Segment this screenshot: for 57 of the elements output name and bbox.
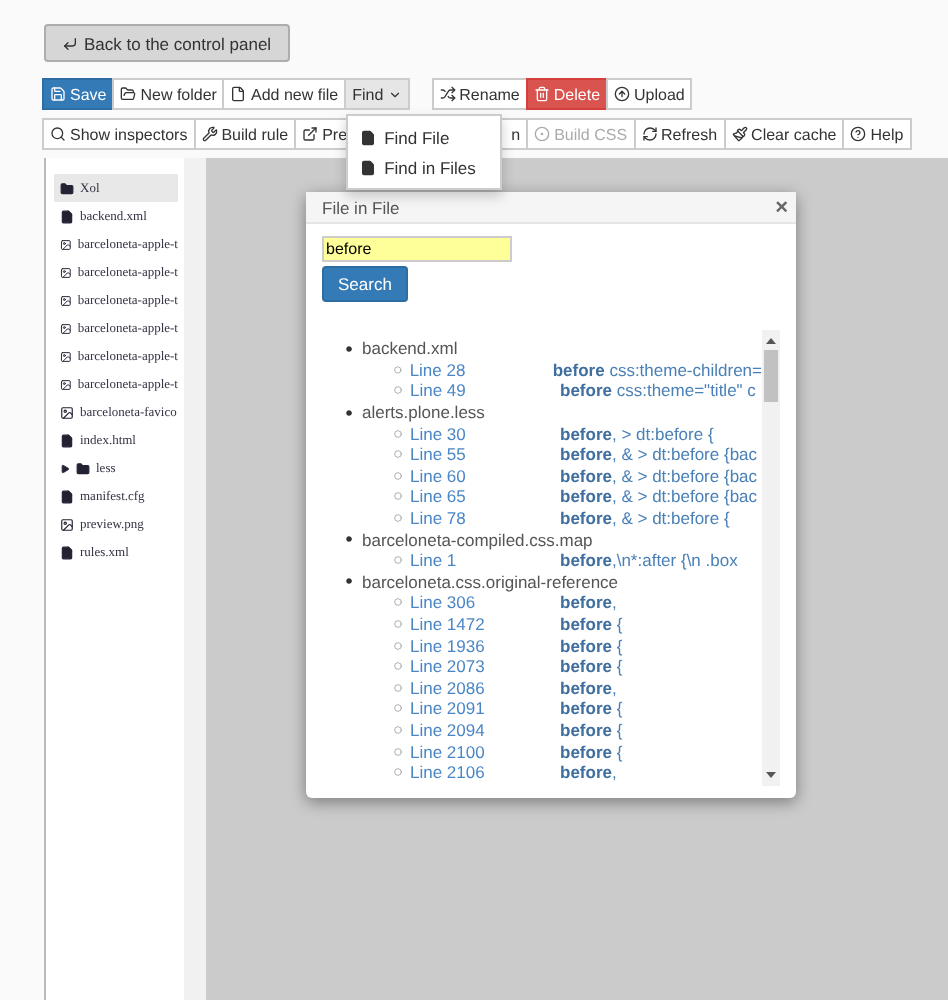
- match-text: before {: [560, 741, 623, 762]
- menu-item[interactable]: Find in Files: [348, 152, 501, 182]
- close-button[interactable]: ×: [775, 195, 788, 219]
- toolbar-button[interactable]: Save: [42, 78, 115, 110]
- file-name: alerts.plone.less: [362, 402, 485, 423]
- match-text: before {: [560, 614, 623, 635]
- match-text: before, & > dt:before {bac: [560, 486, 758, 507]
- line-link[interactable]: Line 65: [410, 486, 560, 507]
- match-text: before, & > dt:before {bac: [560, 465, 758, 486]
- line-link[interactable]: Line 28: [409, 359, 553, 380]
- match-text: before {: [560, 719, 623, 740]
- line-link[interactable]: Line 30: [410, 423, 560, 444]
- match-text: before, > dt:before {: [560, 423, 714, 444]
- line-link[interactable]: Line 2091: [410, 698, 560, 719]
- toolbar-button[interactable]: Add new file: [222, 78, 347, 110]
- toolbar-button[interactable]: Help: [842, 118, 912, 150]
- match-text: before {: [560, 656, 623, 677]
- line-link[interactable]: Line 1472: [410, 614, 560, 635]
- line-link[interactable]: Line 60: [410, 465, 560, 486]
- toolbar-button[interactable]: New folder: [112, 78, 225, 110]
- line-link[interactable]: Line 2106: [410, 762, 560, 783]
- toolbar-button[interactable]: Clear cache: [723, 118, 845, 150]
- line-link[interactable]: Line 55: [410, 444, 560, 465]
- back-button[interactable]: Back to the control panel: [44, 24, 290, 62]
- search-button[interactable]: Search: [322, 266, 408, 302]
- match-text: before, & > dt:before {: [560, 508, 730, 529]
- toolbar-button[interactable]: Delete: [525, 78, 609, 110]
- toolbar-button[interactable]: Refresh: [633, 118, 726, 150]
- match-text: before, & > dt:before {bac: [560, 444, 758, 465]
- dialog-title: File in File: [322, 197, 400, 217]
- match-text: before,: [560, 762, 617, 783]
- toolbar-button[interactable]: Show inspectors: [42, 118, 196, 150]
- line-link[interactable]: Line 2094: [410, 719, 560, 740]
- toolbar-button[interactable]: Rename: [431, 78, 528, 110]
- match-text: before {: [560, 635, 623, 656]
- toolbar-button[interactable]: Find: [344, 78, 410, 110]
- match-text: before,: [560, 677, 617, 698]
- search-field[interactable]: before: [322, 236, 512, 262]
- line-link[interactable]: Line 1936: [410, 635, 560, 656]
- line-link[interactable]: Line 49: [410, 380, 560, 401]
- match-text: before,\n*:after {\n .box: [560, 550, 738, 571]
- toolbar-button[interactable]: Build rule: [193, 118, 297, 150]
- line-link[interactable]: Line 78: [410, 508, 560, 529]
- file-name: barceloneta.css.original-reference: [362, 571, 619, 592]
- line-link[interactable]: Line 2100: [410, 741, 560, 762]
- toolbar-button[interactable]: Upload: [606, 78, 693, 110]
- match-text: before,: [560, 592, 617, 613]
- line-link[interactable]: Line 306: [410, 592, 560, 613]
- match-text: before css:theme="title" c: [560, 380, 756, 401]
- match-text: before css:theme-children=: [552, 359, 762, 380]
- menu-item[interactable]: Find File: [348, 122, 501, 152]
- line-link[interactable]: Line 2073: [410, 656, 560, 677]
- line-link[interactable]: Line 1: [410, 550, 560, 571]
- line-link[interactable]: Line 2086: [410, 677, 560, 698]
- file-name: backend.xml: [362, 338, 458, 359]
- match-text: before {: [560, 698, 623, 719]
- file-name: barceloneta-compiled.css.map: [362, 529, 593, 550]
